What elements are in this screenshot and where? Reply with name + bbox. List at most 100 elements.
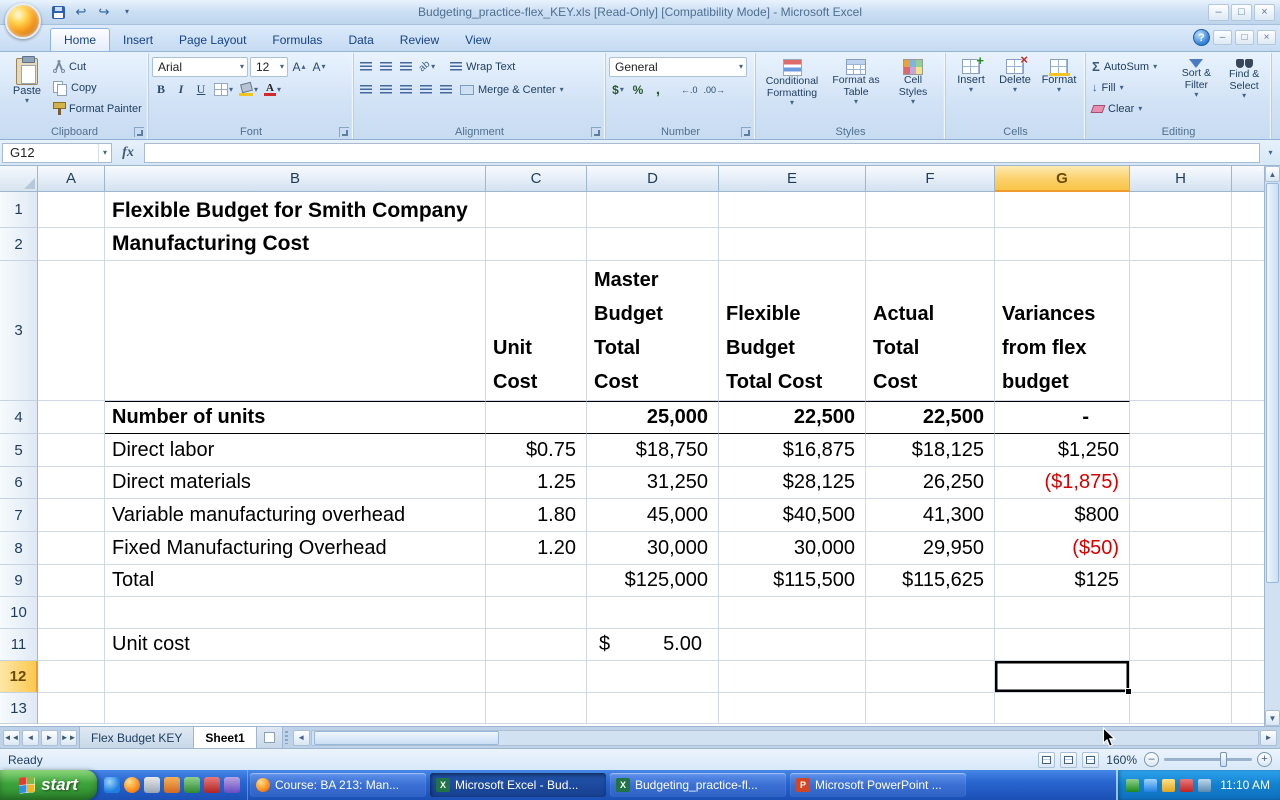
cell-f9[interactable]: $115,625 [866, 565, 995, 597]
tab-data[interactable]: Data [335, 29, 386, 51]
cell-b10[interactable] [105, 597, 486, 629]
row-header-1[interactable]: 1 [0, 192, 38, 228]
alert-tray-icon[interactable] [1180, 778, 1194, 792]
cell-c12[interactable] [486, 661, 587, 693]
row-header-4[interactable]: 4 [0, 401, 38, 434]
format-painter-button[interactable]: Format Painter [50, 98, 145, 119]
cell-d13[interactable] [587, 693, 719, 724]
cell-a7[interactable] [38, 499, 105, 532]
cell-c3[interactable]: Unit Cost [486, 261, 587, 401]
row-header-9[interactable]: 9 [0, 565, 38, 597]
cell-c5[interactable]: $0.75 [486, 434, 587, 467]
zoom-in-button[interactable]: + [1257, 752, 1272, 767]
align-top-button[interactable] [357, 57, 375, 76]
cell-h5[interactable] [1130, 434, 1232, 467]
taskbar-task-powerpoint[interactable]: P Microsoft PowerPoint ... [790, 773, 966, 797]
cell-c10[interactable] [486, 597, 587, 629]
row-header-11[interactable]: 11 [0, 629, 38, 661]
cell-d9[interactable]: $125,000 [587, 565, 719, 597]
cell-f13[interactable] [866, 693, 995, 724]
close-button[interactable]: × [1254, 3, 1275, 21]
help-button[interactable]: ? [1193, 29, 1210, 46]
sort-filter-button[interactable]: Sort & Filter ▾ [1173, 55, 1221, 99]
name-box-dropdown[interactable]: ▾ [97, 143, 111, 162]
antivirus-tray-icon[interactable] [1126, 778, 1140, 792]
cell-d3[interactable]: Master Budget Total Cost [587, 261, 719, 401]
cell-f3[interactable]: Actual Total Cost [866, 261, 995, 401]
row-header-3[interactable]: 3 [0, 261, 38, 401]
insert-function-button[interactable]: fx [115, 143, 141, 163]
cell-a5[interactable] [38, 434, 105, 467]
first-sheet-button[interactable]: ◄◄ [3, 729, 20, 746]
cell-d6[interactable]: 31,250 [587, 467, 719, 499]
cell-styles-button[interactable]: Cell Styles ▾ [887, 55, 939, 106]
row-header-8[interactable]: 8 [0, 532, 38, 565]
cell-f12[interactable] [866, 661, 995, 693]
prev-sheet-button[interactable]: ◄ [22, 729, 39, 746]
align-middle-button[interactable] [377, 57, 395, 76]
name-box[interactable]: G12 ▾ [2, 142, 112, 163]
save-button[interactable] [48, 3, 68, 21]
cell-g1[interactable] [995, 192, 1130, 228]
cell-c13[interactable] [486, 693, 587, 724]
tab-home[interactable]: Home [50, 28, 111, 51]
decrease-indent-button[interactable] [417, 80, 435, 99]
cell-g3[interactable]: Variances from flex budget [995, 261, 1130, 401]
undo-button[interactable]: ↩ [71, 3, 91, 21]
percent-style-button[interactable]: % [629, 80, 647, 99]
cell-g13[interactable] [995, 693, 1130, 724]
comma-style-button[interactable]: , [649, 80, 667, 99]
cell-b11[interactable]: Unit cost [105, 629, 486, 661]
vertical-scrollbar[interactable]: ▲ ▼ [1264, 166, 1280, 726]
cell-h10[interactable] [1130, 597, 1232, 629]
tab-split-handle[interactable] [284, 731, 288, 744]
cell-b2[interactable]: Manufacturing Cost [105, 228, 486, 261]
cell-f7[interactable]: 41,300 [866, 499, 995, 532]
acrobat-icon[interactable] [204, 777, 220, 793]
qat-customize-button[interactable]: ▾ [117, 3, 137, 21]
cell-c6[interactable]: 1.25 [486, 467, 587, 499]
align-bottom-button[interactable] [397, 57, 415, 76]
cell-b5[interactable]: Direct labor [105, 434, 486, 467]
cell-d5[interactable]: $18,750 [587, 434, 719, 467]
cell-a1[interactable] [38, 192, 105, 228]
format-cells-button[interactable]: Format ▾ [1037, 55, 1081, 94]
italic-button[interactable]: I [172, 80, 190, 99]
select-all-button[interactable] [0, 166, 38, 192]
cell-a8[interactable] [38, 532, 105, 565]
cell-h8[interactable] [1130, 532, 1232, 565]
row-header-12[interactable]: 12 [0, 661, 38, 693]
cell-d4[interactable]: 25,000 [587, 401, 719, 434]
cell-h11[interactable] [1130, 629, 1232, 661]
cell-d2[interactable] [587, 228, 719, 261]
sheet-tab-sheet1[interactable]: Sheet1 [193, 727, 257, 748]
cell-g10[interactable] [995, 597, 1130, 629]
cell-g9[interactable]: $125 [995, 565, 1130, 597]
font-size-select[interactable]: 12 ▾ [250, 56, 288, 77]
cut-button[interactable]: Cut [50, 56, 145, 77]
column-header-h[interactable]: H [1130, 166, 1232, 192]
column-header-d[interactable]: D [587, 166, 719, 192]
minimize-button[interactable]: – [1208, 3, 1229, 21]
cell-e11[interactable] [719, 629, 866, 661]
font-dialog-launcher[interactable] [339, 127, 349, 137]
tab-insert[interactable]: Insert [110, 29, 166, 51]
cell-b6[interactable]: Direct materials [105, 467, 486, 499]
align-left-button[interactable] [357, 80, 375, 99]
cell-b1[interactable]: Flexible Budget for Smith Company [105, 192, 486, 228]
cell-c4[interactable] [486, 401, 587, 434]
copy-button[interactable]: Copy [50, 77, 145, 98]
cell-c9[interactable] [486, 565, 587, 597]
office-button[interactable] [5, 3, 41, 39]
row-header-10[interactable]: 10 [0, 597, 38, 629]
cell-b12[interactable] [105, 661, 486, 693]
cell-a6[interactable] [38, 467, 105, 499]
zoom-slider-thumb[interactable] [1220, 752, 1227, 767]
row-header-6[interactable]: 6 [0, 467, 38, 499]
formula-bar-expand-button[interactable]: ▾ [1263, 143, 1278, 163]
cell-c11[interactable] [486, 629, 587, 661]
cell-d8[interactable]: 30,000 [587, 532, 719, 565]
align-right-button[interactable] [397, 80, 415, 99]
cell-e7[interactable]: $40,500 [719, 499, 866, 532]
cell-b8[interactable]: Fixed Manufacturing Overhead [105, 532, 486, 565]
